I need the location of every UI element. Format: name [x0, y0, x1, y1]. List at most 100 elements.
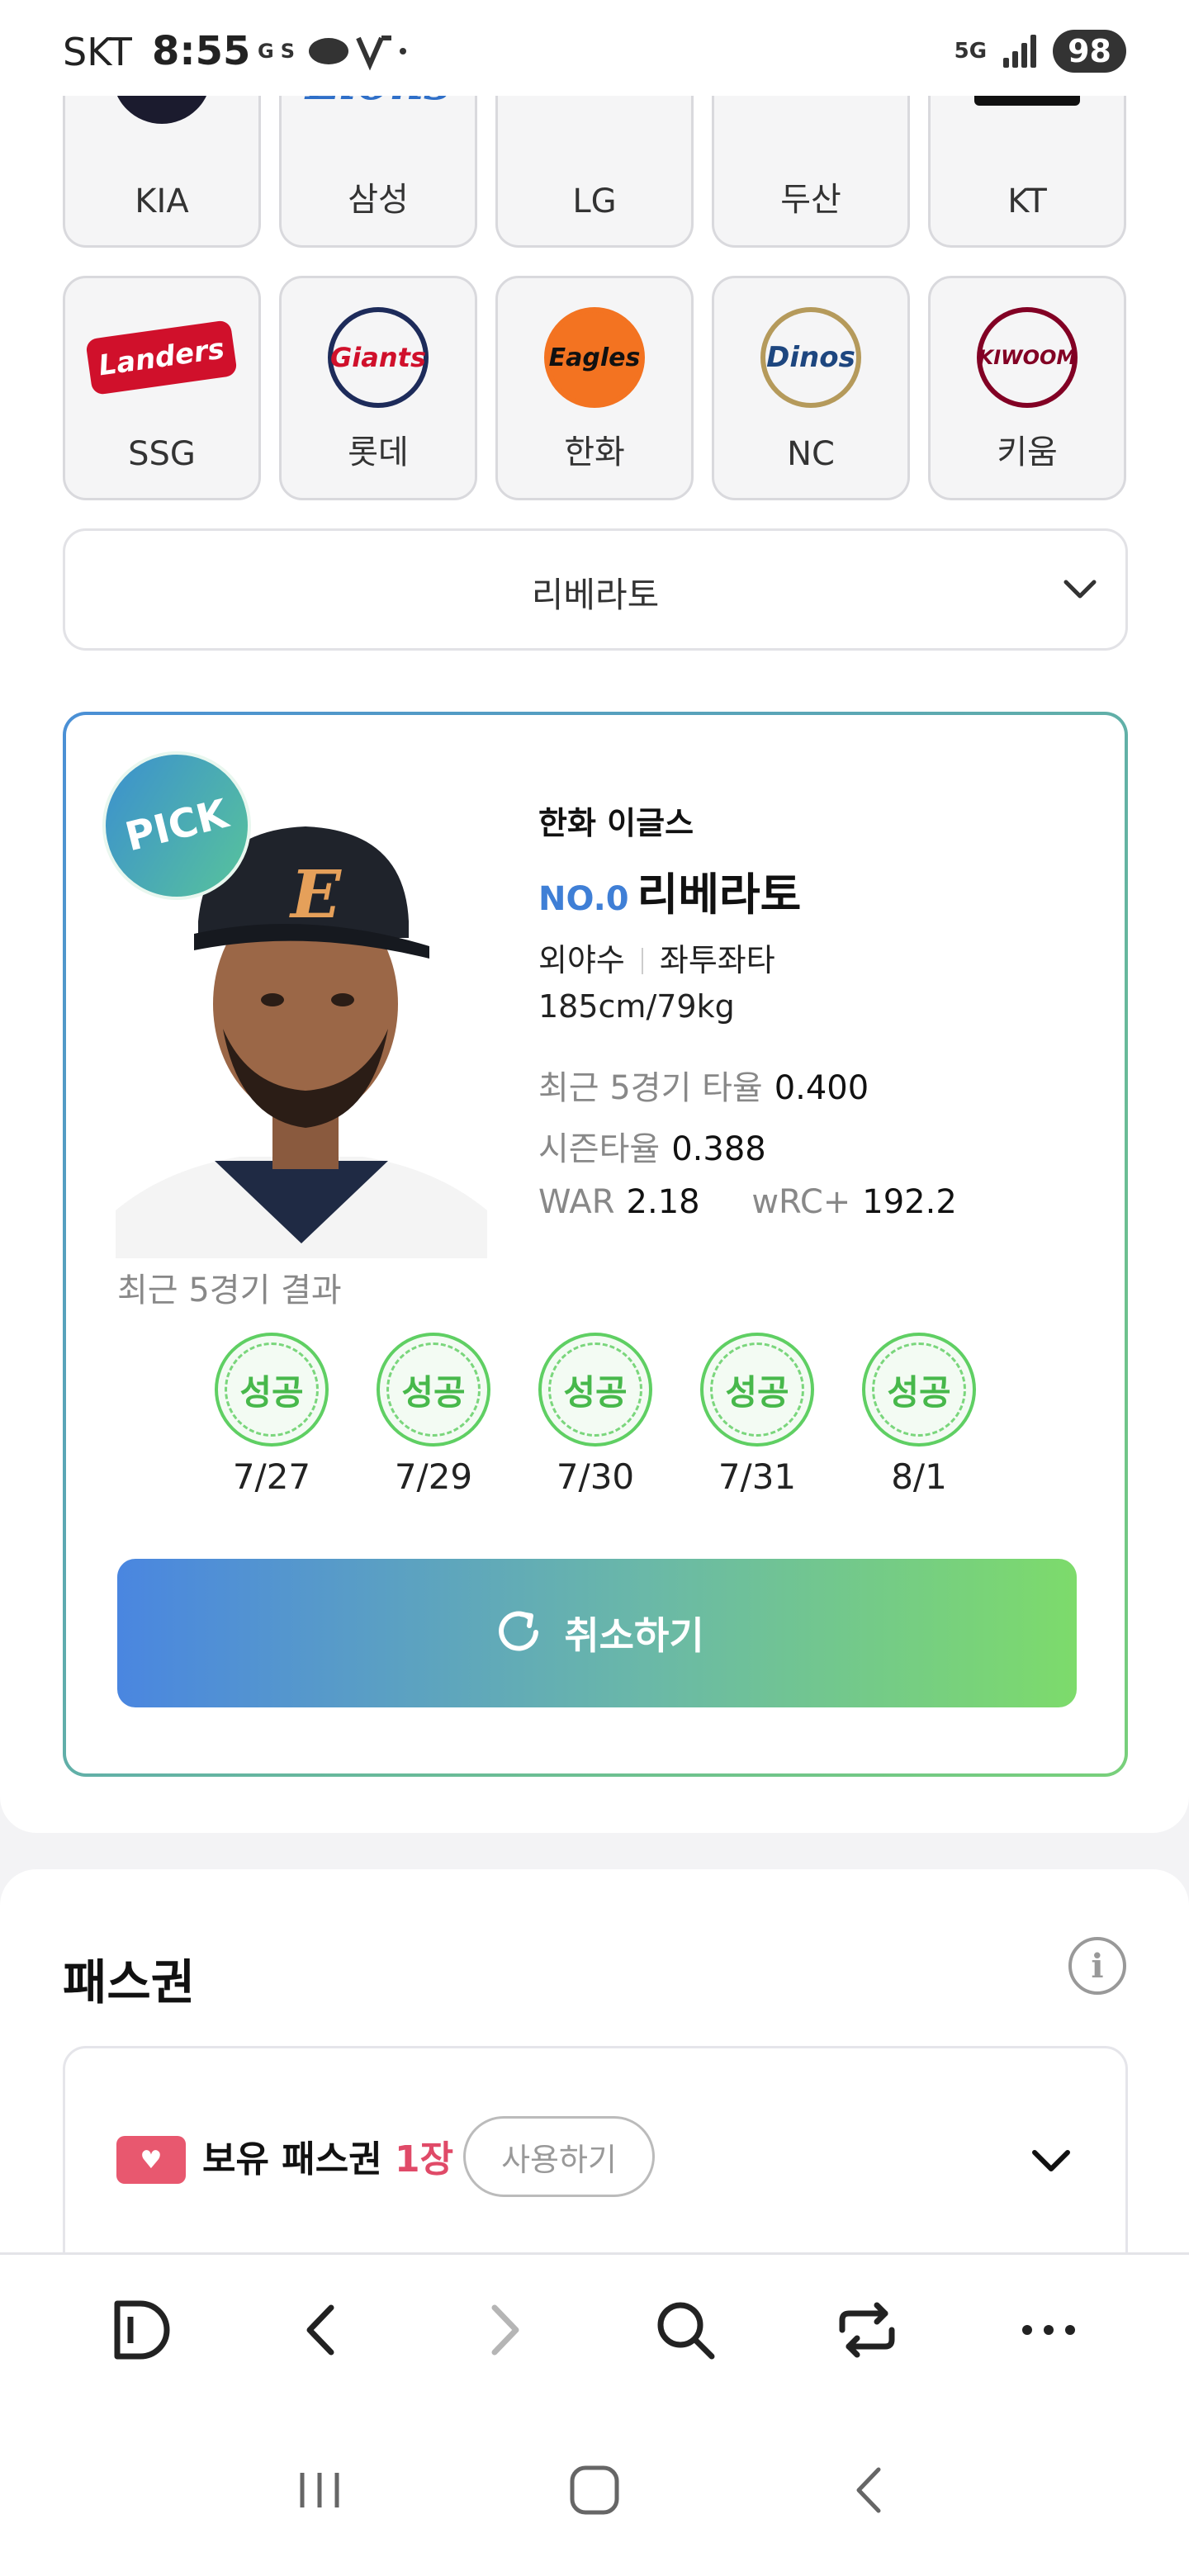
- nc-logo-icon: Dinos: [749, 307, 873, 408]
- result-date: 8/1: [891, 1456, 947, 1497]
- player-position-row: 외야수 좌투좌타: [538, 935, 957, 980]
- battery-indicator: 98: [1053, 30, 1126, 73]
- team-label-kt: KT: [1007, 182, 1047, 220]
- ssg-logo-icon: Landers: [85, 308, 239, 407]
- owned-pass-label: 보유 패스권: [202, 2138, 382, 2181]
- search-icon[interactable]: [640, 2285, 731, 2375]
- home-icon[interactable]: [553, 2449, 636, 2531]
- network-indicator: 5G: [954, 39, 988, 64]
- success-stamp-icon: 성공: [377, 1333, 490, 1447]
- season-avg-value: 0.388: [671, 1130, 766, 1168]
- result-date: 7/31: [718, 1456, 797, 1497]
- result-text: 성공: [563, 1371, 628, 1413]
- recent-results-label: 최근 5경기 결과: [117, 1271, 342, 1309]
- team-ssg[interactable]: Landers SSG: [63, 276, 261, 500]
- browser-toolbar: [0, 2252, 1189, 2404]
- result-date: 7/27: [232, 1456, 311, 1497]
- team-label-ssg: SSG: [128, 435, 196, 473]
- war-value: 2.18: [626, 1183, 700, 1221]
- player-team-name: 한화 이글스: [538, 805, 694, 841]
- owned-pass-count: 1장: [395, 2138, 454, 2181]
- recent5-avg-label: 최근 5경기 타율: [538, 1069, 763, 1107]
- owned-pass-text: 보유 패스권 1장: [202, 2129, 453, 2182]
- nc-logo-text: Dinos: [760, 307, 861, 408]
- result-text: 성공: [725, 1371, 789, 1413]
- team-kiwoom[interactable]: KIWOOM 키움: [928, 276, 1126, 500]
- dropdown-selected-value: 리베라토: [531, 575, 660, 615]
- tabs-icon[interactable]: [822, 2285, 912, 2375]
- success-stamp-icon: 성공: [862, 1333, 976, 1447]
- chevron-down-icon[interactable]: [1028, 2138, 1074, 2187]
- cancel-button-label: 취소하기: [564, 1613, 704, 1658]
- player-name: 리베라토: [637, 869, 802, 921]
- hanwha-logo-icon: Eagles: [533, 307, 656, 408]
- team-nc[interactable]: Dinos NC: [712, 276, 910, 500]
- wrc-label: wRC+: [751, 1183, 851, 1221]
- team-lotte[interactable]: Giants 롯데: [279, 276, 477, 500]
- war-label: WAR: [538, 1183, 615, 1221]
- notification-icons: GS: [258, 31, 406, 79]
- team-label-kia: KIA: [135, 182, 189, 220]
- recent5-avg-row: 최근 5경기 타율 0.400: [538, 1061, 957, 1109]
- recent-results: 성공 7/27 성공 7/29 성공 7/30 성공 7/31 성공 8/1: [215, 1333, 976, 1497]
- cancel-pick-button[interactable]: 취소하기: [117, 1559, 1077, 1707]
- chevron-down-icon: [1059, 569, 1101, 613]
- lotte-logo-icon: Giants: [316, 307, 440, 408]
- result-item: 성공 7/29: [377, 1333, 490, 1497]
- divider: [641, 948, 643, 974]
- player-name-row: NO.0 리베라토: [538, 858, 957, 923]
- result-item: 성공 7/27: [215, 1333, 329, 1497]
- system-navbar: [0, 2404, 1189, 2576]
- result-date: 7/29: [394, 1456, 473, 1497]
- player-card: PICK E 한화 이글스 NO.0 리베라토 외야수 좌투좌타 185cm/7…: [63, 712, 1128, 1777]
- ssg-logo-text: Landers: [85, 319, 239, 396]
- wrc-value: 192.2: [862, 1183, 957, 1221]
- back-icon[interactable]: [277, 2285, 367, 2375]
- clock: 8:55: [152, 28, 251, 74]
- team-label-lg: LG: [572, 182, 617, 220]
- ticket-heart-icon: ♥: [116, 2136, 186, 2184]
- kiwoom-logo-text: KIWOOM: [977, 307, 1078, 408]
- player-select-dropdown[interactable]: 리베라토: [63, 528, 1128, 651]
- status-bar: SKT 8:55 GS 5G 98: [0, 0, 1189, 96]
- result-item: 성공 7/31: [700, 1333, 814, 1497]
- forward-icon[interactable]: [458, 2285, 549, 2375]
- more-icon[interactable]: [1003, 2285, 1094, 2375]
- result-text: 성공: [887, 1371, 951, 1413]
- result-date: 7/30: [556, 1456, 635, 1497]
- war-wrc-row: WAR 2.18 wRC+ 192.2: [538, 1183, 957, 1221]
- team-label-kiwoom: 키움: [997, 433, 1058, 471]
- player-info: 한화 이글스 NO.0 리베라토 외야수 좌투좌타 185cm/79kg 최근 5경…: [538, 798, 957, 1221]
- result-item: 성공 7/30: [538, 1333, 652, 1497]
- player-number: NO.0: [538, 880, 629, 918]
- recent-apps-icon[interactable]: [278, 2449, 361, 2531]
- carrier-label: SKT: [63, 30, 132, 74]
- team-label-samsung: 삼성: [348, 181, 409, 219]
- team-hanwha[interactable]: Eagles 한화: [495, 276, 694, 500]
- success-stamp-icon: 성공: [538, 1333, 652, 1447]
- player-body: 185cm/79kg: [538, 988, 735, 1025]
- status-right: 5G 98: [955, 30, 1126, 73]
- team-grid-row2: Landers SSG Giants 롯데 Eagles 한화 Dinos NC…: [63, 276, 1128, 500]
- team-label-doosan: 두산: [780, 181, 841, 219]
- season-avg-label: 시즌타율: [538, 1130, 661, 1168]
- use-pass-button[interactable]: 사용하기: [463, 2116, 655, 2197]
- d-logo-icon[interactable]: [95, 2285, 186, 2375]
- season-avg-row: 시즌타율 0.388: [538, 1122, 957, 1170]
- info-icon[interactable]: i: [1068, 1937, 1126, 1995]
- recent5-avg-value: 0.400: [774, 1069, 869, 1107]
- signal-icon: [1002, 35, 1038, 68]
- team-label-nc: NC: [787, 435, 835, 473]
- team-label-hanwha: 한화: [564, 433, 625, 471]
- cap-letter: E: [289, 855, 342, 933]
- team-label-lotte: 롯데: [348, 433, 409, 471]
- player-position: 외야수: [538, 942, 625, 978]
- player-bat-throw: 좌투좌타: [659, 942, 775, 978]
- kiwoom-logo-icon: KIWOOM: [965, 307, 1089, 408]
- back-nav-icon[interactable]: [828, 2449, 911, 2531]
- success-stamp-icon: 성공: [215, 1333, 329, 1447]
- team-selection-panel: TIGERS KIA Lions 삼성 TWINS LG Bears 두산 kt…: [0, 0, 1189, 1833]
- hanwha-logo-text: Eagles: [544, 307, 645, 408]
- result-text: 성공: [401, 1371, 466, 1413]
- refresh-icon: [490, 1603, 547, 1664]
